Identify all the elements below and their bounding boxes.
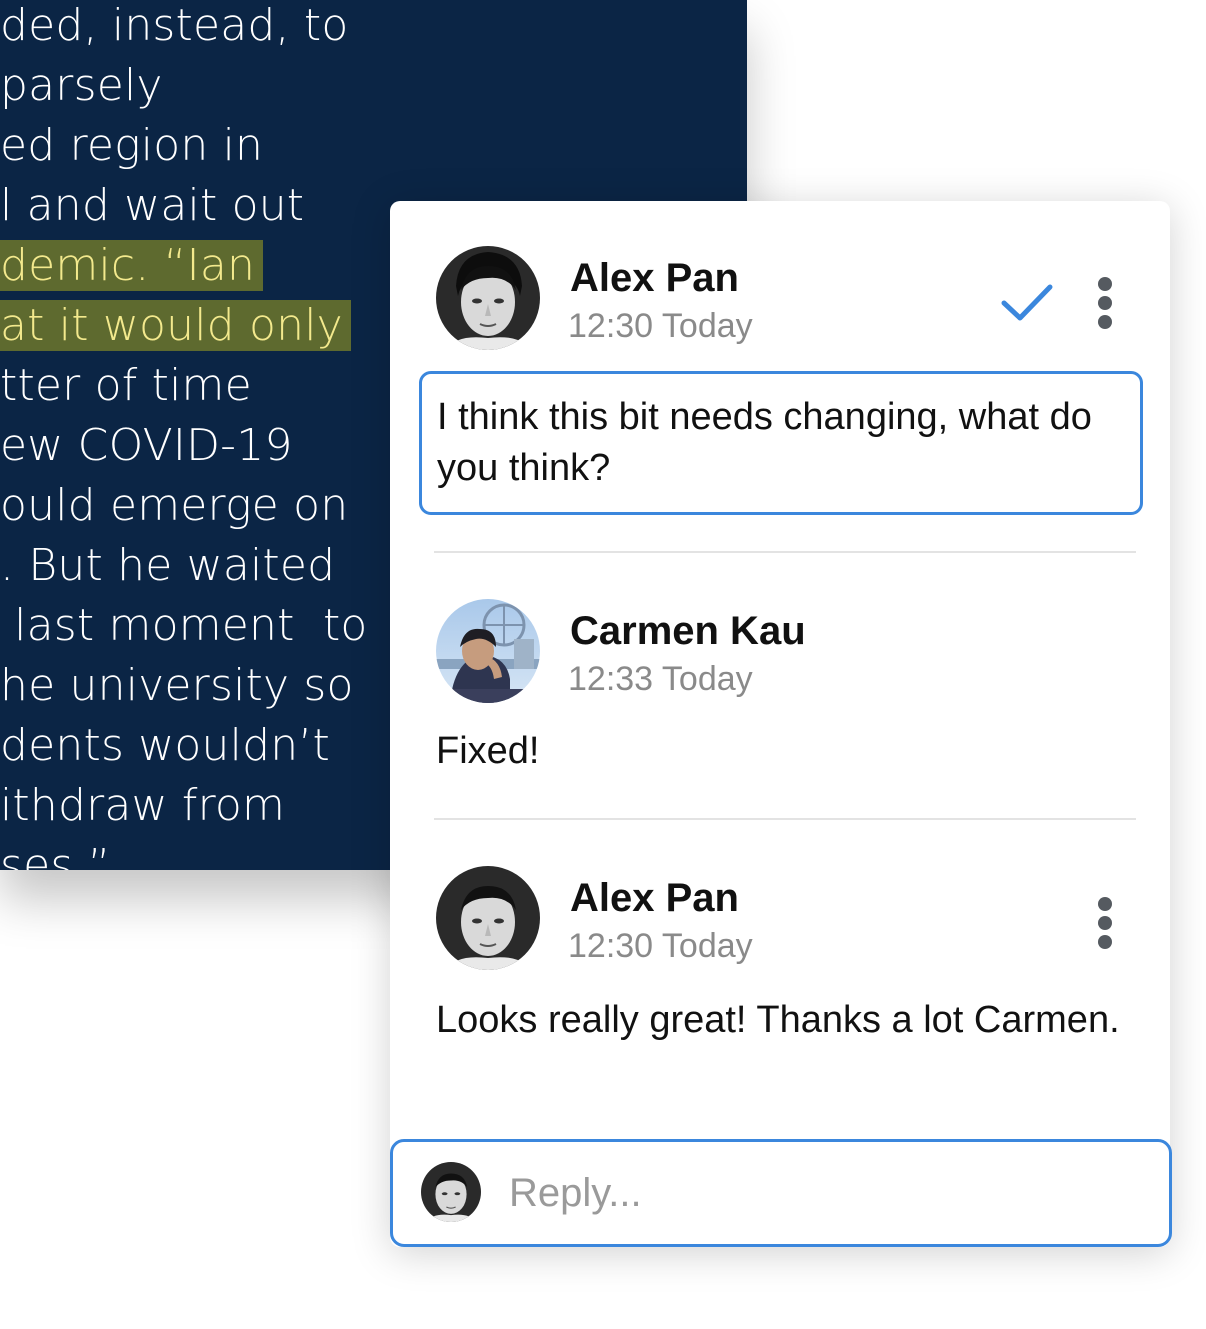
divider [434,818,1136,820]
article-line: l and wait out [0,180,305,231]
article-line: ded, instead, to [0,0,349,51]
avatar [436,866,540,970]
avatar [436,246,540,350]
article-line: ithdraw from [0,780,286,831]
comment-timestamp: 12:33 Today [568,660,753,698]
more-vertical-icon[interactable] [1090,893,1120,953]
article-line-highlighted: at it would only [0,296,351,356]
avatar [436,599,540,703]
article-line: dents wouldn’t [0,720,330,771]
reply-input[interactable] [509,1164,1129,1222]
comment-timestamp: 12:30 Today [568,307,753,345]
comment-thread-card: Alex Pan 12:30 Today I think this bit ne… [390,201,1170,1247]
comment-text: Fixed! [436,730,540,772]
article-line: . But he waited [0,540,336,591]
article-line: tter of time [0,360,252,411]
comment-author: Carmen Kau [570,609,806,653]
article-line: ses.” [0,840,111,870]
article-line: parsely [0,60,163,111]
article-line: ew COVID-19 [0,420,293,471]
avatar [421,1162,481,1222]
highlighted-text[interactable]: demic. “Ian [0,240,264,291]
article-line-highlighted: demic. “Ian [0,236,264,296]
article-line: ed region in [0,120,264,171]
comment-text: Looks really great! Thanks a lot Carmen. [436,999,1120,1041]
article-line: ould emerge on [0,480,349,531]
reply-box[interactable] [390,1139,1172,1247]
divider [434,551,1136,553]
checkmark-icon[interactable] [998,277,1058,327]
highlighted-text[interactable]: at it would only [0,300,351,351]
comment-text-field[interactable]: I think this bit needs changing, what do… [419,371,1143,515]
comment-timestamp: 12:30 Today [568,927,753,965]
more-vertical-icon[interactable] [1090,273,1120,333]
article-line: last moment to [0,600,368,651]
comment-author: Alex Pan [570,256,739,300]
comment-author: Alex Pan [570,876,739,920]
article-line: he university so [0,660,354,711]
